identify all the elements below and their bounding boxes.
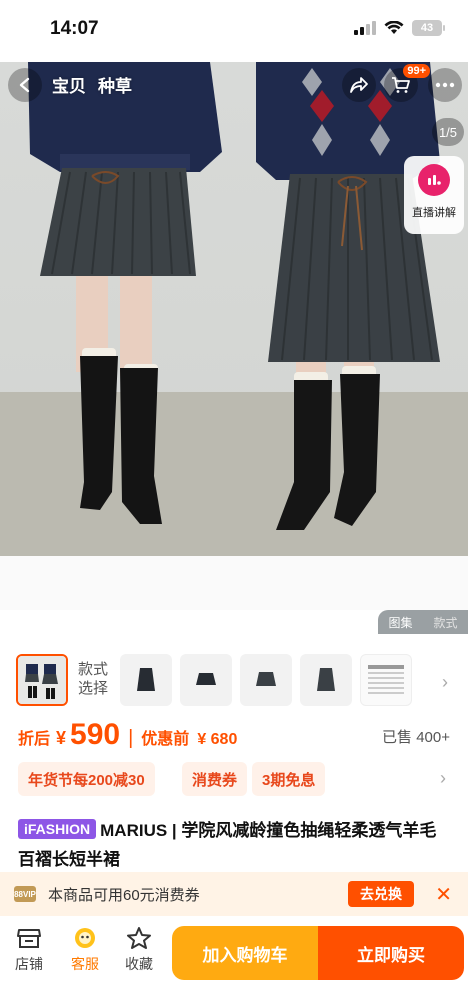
variant-label-line2: 选择: [78, 680, 109, 697]
product-page: 14:07 43 宝贝 种草 99+ 1/5 直播讲解 图集 款式 款式 选择 …: [0, 0, 468, 1000]
promo-chip[interactable]: 消费券: [182, 762, 248, 796]
more-icon: [435, 82, 455, 88]
coupon-text: 本商品可用60元消费券: [48, 886, 200, 904]
cart-badge: 99+: [403, 64, 430, 78]
share-icon: [350, 77, 368, 93]
tab-item[interactable]: 宝贝: [52, 72, 86, 97]
image-pager: 1/5: [432, 118, 464, 146]
status-time: 14:07: [50, 18, 99, 39]
product-photo-illustration: [0, 62, 468, 556]
price-value: 590: [70, 718, 121, 751]
store-icon: [17, 929, 41, 948]
back-button[interactable]: [8, 68, 42, 102]
price-separator: |: [128, 727, 134, 749]
more-button[interactable]: [428, 68, 462, 102]
product-photo[interactable]: [0, 62, 468, 556]
product-title: iFASHION MARIUS | 学院风减龄撞色抽绳轻柔透气羊毛百褶长短半裙: [18, 816, 448, 874]
gallery-tab-style[interactable]: 款式: [433, 614, 457, 631]
favorite-label: 收藏: [125, 956, 153, 972]
vip-icon: 88VIP: [14, 886, 36, 902]
cart-button[interactable]: 99+: [384, 64, 430, 102]
battery-indicator: 43: [412, 20, 445, 36]
status-bar: 14:07 43: [0, 0, 468, 62]
live-icon: [418, 164, 450, 196]
cart-icon: [392, 77, 410, 93]
variant-thumb-image: [18, 656, 66, 704]
customer-service-label: 客服: [71, 956, 99, 972]
share-button[interactable]: [342, 68, 376, 102]
original-price-label: 优惠前: [141, 731, 190, 748]
size-chart-thumb[interactable]: [360, 654, 412, 706]
price-row: 折后 ¥ 590 | 优惠前 ¥ 680 已售 400+: [18, 718, 450, 754]
status-icons: 43: [354, 20, 445, 36]
top-tabs: 宝贝 种草: [52, 72, 132, 97]
variant-thumb[interactable]: [300, 654, 352, 706]
variant-thumb[interactable]: [240, 654, 292, 706]
customer-service-icon: [75, 928, 95, 948]
customer-service-button[interactable]: 客服: [62, 926, 108, 974]
sold-count: 已售 400+: [382, 729, 450, 746]
discount-label: 折后: [18, 731, 51, 748]
store-button[interactable]: 店铺: [6, 926, 52, 974]
gallery-tab-album[interactable]: 图集: [388, 614, 412, 631]
brand-tag: iFASHION: [18, 819, 97, 839]
live-label: 直播讲解: [412, 207, 456, 219]
variant-label[interactable]: 款式 选择: [78, 660, 108, 698]
promo-chip[interactable]: 年货节每200减30: [18, 762, 155, 796]
variant-thumb[interactable]: [180, 654, 232, 706]
original-price: ¥ 680: [197, 731, 238, 748]
star-icon: [127, 927, 151, 949]
buy-now-button[interactable]: 立即购买: [318, 926, 464, 980]
add-to-cart-button[interactable]: 加入购物车: [172, 926, 318, 980]
variant-selector: 款式 选择 ›: [16, 654, 452, 708]
signal-icon: [354, 21, 376, 35]
tab-recommend[interactable]: 种草: [98, 72, 132, 97]
coupon-banner: 88VIP 本商品可用60元消费券 去兑换 ✕: [0, 872, 468, 916]
variant-chevron-icon[interactable]: ›: [442, 672, 448, 693]
store-label: 店铺: [15, 956, 43, 972]
battery-level: 43: [420, 22, 434, 34]
back-arrow-icon: [19, 77, 30, 93]
wifi-icon: [384, 21, 404, 34]
promo-row[interactable]: 年货节每200减30 消费券 3期免息 ›: [18, 762, 450, 796]
variant-thumb[interactable]: [120, 654, 172, 706]
variant-label-line1: 款式: [78, 661, 109, 678]
promo-chip[interactable]: 3期免息: [252, 762, 326, 796]
variant-selected-thumb[interactable]: [16, 654, 68, 706]
bottom-action-bar: 店铺 客服 收藏 加入购物车 立即购买: [0, 916, 468, 1000]
gallery-toggle: 图集 款式: [378, 610, 468, 634]
price-currency: ¥: [56, 728, 67, 748]
gallery-strip: [0, 556, 468, 610]
close-icon[interactable]: ✕: [435, 882, 452, 907]
live-explain-button[interactable]: 直播讲解: [404, 156, 464, 234]
redeem-button[interactable]: 去兑换: [348, 881, 414, 907]
promo-chevron-icon[interactable]: ›: [440, 768, 446, 789]
favorite-button[interactable]: 收藏: [116, 926, 162, 974]
